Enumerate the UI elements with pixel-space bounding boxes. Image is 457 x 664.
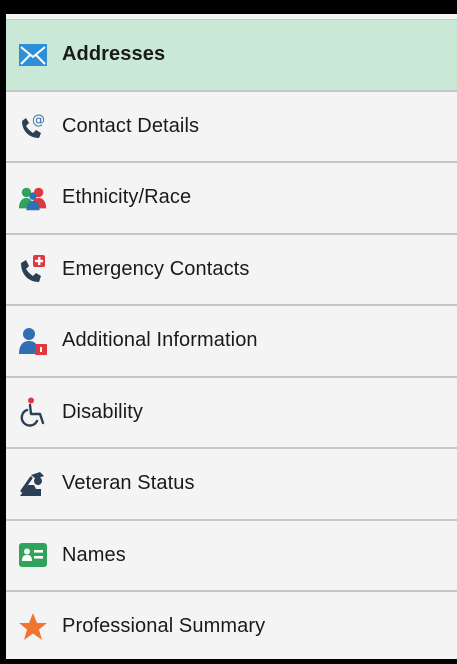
navigation-panel: Addresses @ Contact Details Ethnicity/Ra…: [6, 14, 457, 659]
svg-text:@: @: [32, 113, 45, 128]
person-lock-icon: [18, 326, 48, 356]
nav-item-disability[interactable]: Disability: [6, 377, 457, 449]
nav-item-label: Addresses: [62, 43, 166, 66]
star-icon: [18, 612, 48, 642]
nav-item-label: Ethnicity/Race: [62, 186, 192, 209]
nav-item-contact-details[interactable]: @ Contact Details: [6, 91, 457, 163]
nav-item-professional-summary[interactable]: Professional Summary: [6, 592, 457, 659]
id-card-icon: [18, 540, 48, 570]
nav-item-label: Contact Details: [62, 114, 200, 137]
emergency-phone-icon: [18, 254, 48, 284]
nav-item-ethnicity-race[interactable]: Ethnicity/Race: [6, 163, 457, 235]
nav-item-label: Emergency Contacts: [62, 257, 250, 280]
nav-item-addresses[interactable]: Addresses: [6, 20, 457, 92]
nav-item-label: Additional Information: [62, 329, 258, 352]
nav-item-additional-information[interactable]: Additional Information: [6, 306, 457, 378]
nav-item-label: Veteran Status: [62, 472, 195, 495]
nav-item-veteran-status[interactable]: Veteran Status: [6, 449, 457, 521]
nav-item-label: Professional Summary: [62, 615, 266, 638]
sidebar-nav: Addresses @ Contact Details Ethnicity/Ra…: [6, 20, 457, 659]
veteran-salute-icon: [18, 469, 48, 499]
people-icon: [18, 183, 48, 213]
phone-at-icon: @: [18, 111, 48, 141]
nav-item-label: Names: [62, 543, 126, 566]
nav-item-names[interactable]: Names: [6, 520, 457, 592]
envelope-icon: [18, 40, 48, 70]
wheelchair-icon: [18, 397, 48, 427]
nav-item-label: Disability: [62, 400, 144, 423]
nav-item-emergency-contacts[interactable]: Emergency Contacts: [6, 234, 457, 306]
